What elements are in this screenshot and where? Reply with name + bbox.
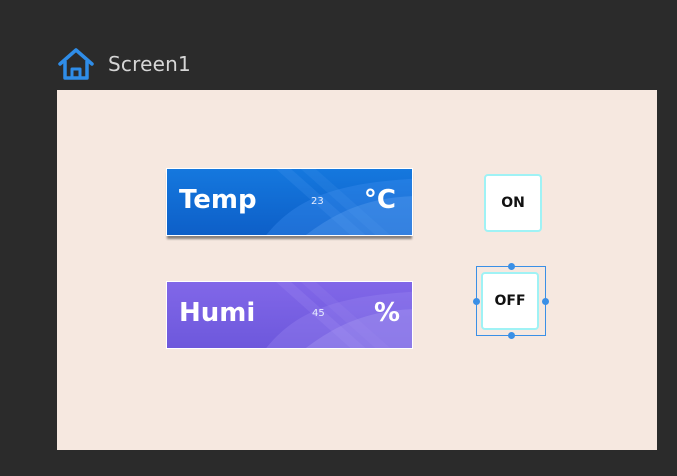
humi-label: Humi	[179, 298, 256, 328]
temp-unit: °C	[363, 185, 396, 215]
temp-value: 23	[311, 196, 324, 207]
resize-handle-right[interactable]	[542, 298, 549, 305]
screen-title[interactable]: Screen1	[108, 52, 191, 76]
temp-label: Temp	[179, 185, 257, 215]
screen-header: Screen1	[56, 44, 191, 84]
resize-handle-bottom[interactable]	[508, 332, 515, 339]
on-button[interactable]: ON	[484, 174, 542, 232]
humi-widget[interactable]: Humi 45 %	[166, 281, 413, 349]
resize-handle-top[interactable]	[508, 263, 515, 270]
screen-canvas[interactable]: Temp 23 °C Humi 45 % ON OFF	[57, 90, 657, 450]
temp-widget[interactable]: Temp 23 °C	[166, 168, 413, 236]
off-button[interactable]: OFF	[481, 272, 539, 330]
resize-handle-left[interactable]	[473, 298, 480, 305]
humi-value: 45	[312, 308, 325, 319]
humi-unit: %	[373, 298, 400, 328]
home-icon[interactable]	[56, 46, 96, 82]
